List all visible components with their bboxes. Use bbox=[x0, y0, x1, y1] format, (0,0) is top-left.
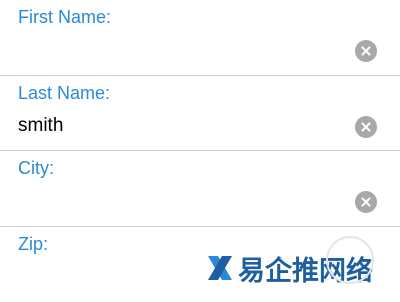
city-field: City: bbox=[0, 151, 400, 226]
last-name-label: Last Name: bbox=[18, 83, 111, 103]
watermark-logo: 易企推网络 bbox=[206, 236, 374, 288]
last-name-input[interactable] bbox=[18, 113, 338, 139]
clear-icon[interactable] bbox=[355, 191, 377, 213]
last-name-field: Last Name: bbox=[0, 76, 400, 151]
first-name-label: First Name: bbox=[18, 7, 112, 27]
clear-icon[interactable] bbox=[355, 116, 377, 138]
logo-icon bbox=[208, 256, 232, 280]
city-input[interactable] bbox=[18, 188, 338, 214]
clear-icon[interactable] bbox=[355, 40, 377, 62]
first-name-field: First Name: bbox=[0, 0, 400, 75]
first-name-input[interactable] bbox=[18, 37, 338, 63]
zip-label: Zip: bbox=[18, 234, 49, 254]
city-label: City: bbox=[18, 158, 54, 178]
watermark-ring bbox=[326, 236, 374, 284]
